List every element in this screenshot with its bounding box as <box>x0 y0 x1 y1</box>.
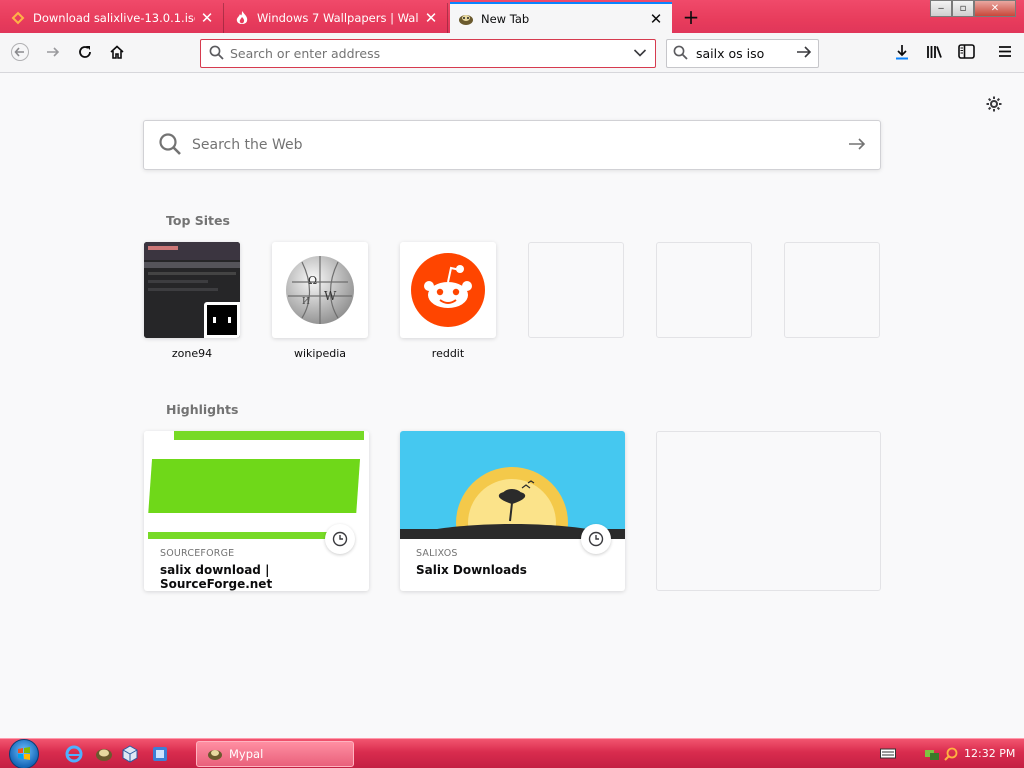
gear-icon[interactable] <box>984 94 1004 114</box>
highlight-image <box>400 431 625 579</box>
menu-button[interactable] <box>991 39 1019 67</box>
site-label: wikipedia <box>293 347 346 360</box>
empty-thumbnail <box>656 242 752 338</box>
empty-top-site-slot[interactable] <box>528 242 624 338</box>
highlight-title: Salix Downloads <box>416 563 527 577</box>
top-sites-heading: Top Sites <box>166 213 230 228</box>
site-favicon <box>204 302 240 338</box>
address-input[interactable] <box>230 46 633 61</box>
sourceforge-icon <box>10 10 26 26</box>
reddit-icon <box>400 242 496 338</box>
window-controls: ‒ ▫ ✕ <box>930 0 1016 18</box>
highlight-title: salix download | SourceForge.net <box>160 563 273 591</box>
svg-text:И: И <box>302 297 310 307</box>
web-search-box[interactable] <box>143 120 881 170</box>
highlight-source: SALIXOS <box>416 548 458 559</box>
site-label: zone94 <box>171 347 213 360</box>
tab-title: New Tab <box>481 11 530 26</box>
system-clock[interactable]: 12:32 PM <box>964 747 1015 760</box>
app-icon[interactable] <box>150 744 170 764</box>
start-button[interactable] <box>9 739 39 768</box>
highlight-image <box>144 431 369 539</box>
clock-icon <box>325 524 355 554</box>
sidebar-button[interactable] <box>952 39 980 67</box>
highlight-source: SOURCEFORGE <box>160 548 235 559</box>
reload-button[interactable] <box>71 39 99 67</box>
forward-button[interactable] <box>39 39 67 67</box>
mypal-icon <box>458 11 474 27</box>
search-icon <box>158 132 182 159</box>
top-site-tile[interactable]: zone94 <box>144 242 240 360</box>
library-button[interactable] <box>920 39 948 67</box>
arrow-right-icon[interactable] <box>848 137 866 154</box>
empty-thumbnail <box>528 242 624 338</box>
search-icon <box>673 45 688 63</box>
top-site-tile[interactable]: reddit <box>400 242 496 360</box>
library-icon <box>926 44 943 63</box>
back-arrow-icon <box>11 42 29 64</box>
tab-sourceforge[interactable]: Download salixlive-13.0.1.iso (4 ✕ <box>2 3 224 33</box>
virtualbox-icon[interactable] <box>120 744 140 764</box>
network-icon[interactable] <box>924 747 940 761</box>
highlights-heading: Highlights <box>166 402 239 417</box>
reload-icon <box>77 44 93 63</box>
tab-close-button[interactable]: ✕ <box>423 9 439 27</box>
web-search-input[interactable] <box>192 137 848 153</box>
search-bar[interactable]: sailx os iso <box>666 39 819 68</box>
mypal-icon <box>207 747 223 761</box>
empty-top-site-slot[interactable] <box>784 242 880 338</box>
top-site-tile[interactable]: Ω W И wikipedia <box>272 242 368 360</box>
tab-strip: Download salixlive-13.0.1.iso (4 ✕ Windo… <box>0 0 1024 33</box>
address-bar[interactable] <box>200 39 656 68</box>
new-tab-button[interactable]: + <box>678 5 704 29</box>
mypal-icon[interactable] <box>94 744 114 764</box>
search-query-text[interactable]: sailx os iso <box>696 46 796 61</box>
taskbar: Mypal 12:32 PM <box>0 738 1024 768</box>
sidebar-icon <box>957 44 975 62</box>
arrow-right-icon[interactable] <box>796 45 812 62</box>
site-thumbnail <box>144 242 240 338</box>
taskbar-task-mypal[interactable]: Mypal <box>196 741 354 767</box>
tab-wallpapers[interactable]: Windows 7 Wallpapers | Wallp ✕ <box>226 3 448 33</box>
svg-text:Ω: Ω <box>308 274 317 287</box>
wikipedia-globe-icon: Ω W И <box>272 242 368 338</box>
empty-highlight-slot <box>656 431 881 591</box>
download-icon <box>894 44 910 63</box>
hamburger-menu-icon <box>998 45 1012 61</box>
empty-thumbnail <box>784 242 880 338</box>
minimize-button[interactable]: ‒ <box>930 0 952 17</box>
internet-explorer-icon[interactable] <box>64 744 84 764</box>
search-icon[interactable] <box>944 747 960 761</box>
tab-close-button[interactable]: ✕ <box>648 10 664 28</box>
back-button[interactable] <box>6 39 34 67</box>
downloads-button[interactable] <box>888 39 916 67</box>
flame-icon <box>234 10 250 26</box>
home-icon <box>109 44 125 63</box>
empty-top-site-slot[interactable] <box>656 242 752 338</box>
home-button[interactable] <box>103 39 131 67</box>
search-icon <box>209 45 224 63</box>
tab-title: Download salixlive-13.0.1.iso (4 <box>33 11 195 25</box>
svg-text:W: W <box>324 289 337 303</box>
highlight-card[interactable]: SALIXOS Salix Downloads <box>400 431 625 591</box>
clock-icon <box>581 524 611 554</box>
chevron-down-icon[interactable] <box>633 47 647 61</box>
window-close-button[interactable]: ✕ <box>974 0 1016 17</box>
tab-close-button[interactable]: ✕ <box>199 9 215 27</box>
keyboard-icon[interactable] <box>880 747 896 761</box>
highlight-card[interactable]: SOURCEFORGE salix download | SourceForge… <box>144 431 369 591</box>
navigation-toolbar: sailx os iso <box>0 33 1024 73</box>
tab-new-tab[interactable]: New Tab ✕ <box>450 2 672 33</box>
task-label: Mypal <box>229 747 264 761</box>
forward-arrow-icon <box>45 44 61 63</box>
maximize-button[interactable]: ▫ <box>952 0 974 17</box>
site-label: reddit <box>431 347 465 360</box>
tab-title: Windows 7 Wallpapers | Wallp <box>257 11 419 25</box>
